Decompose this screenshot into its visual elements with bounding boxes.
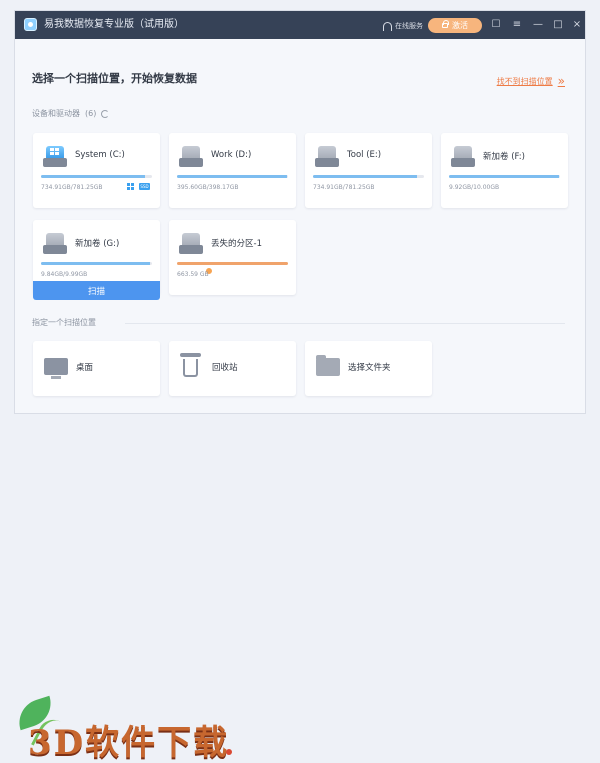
drive-usage-bar — [177, 175, 288, 178]
lock-icon — [442, 20, 449, 28]
drive-name: 新加卷 (F:) — [483, 152, 525, 162]
drive-name: Work (D:) — [211, 150, 252, 160]
drive-icon — [315, 146, 339, 167]
windows-icon — [127, 183, 135, 191]
cant-find-location-link[interactable]: 找不到扫描位置 » — [497, 74, 565, 88]
drive-name: System (C:) — [75, 150, 125, 160]
cant-find-location-label: 找不到扫描位置 — [496, 76, 553, 86]
app-logo-icon — [24, 18, 37, 31]
windows-logo-icon — [50, 148, 60, 156]
drive-size: 734.91GB/781.25GB — [313, 184, 375, 191]
menu-icon[interactable]: ≡ — [511, 19, 523, 31]
minimize-icon[interactable]: — — [532, 19, 544, 31]
drive-size: 663.59 GB — [177, 271, 209, 278]
activate-button[interactable]: 激活 — [428, 18, 482, 33]
watermark-text: 3D软件下载 — [28, 723, 230, 763]
drive-usage-fill — [41, 175, 146, 178]
drive-usage-fill — [313, 175, 418, 178]
devices-section-label: 设备和驱动器 (6) — [32, 108, 110, 119]
drive-name: Tool (E:) — [347, 150, 382, 160]
red-dot-icon — [226, 749, 232, 755]
drive-size: 9.84GB/9.99GB — [41, 271, 88, 278]
drive-size: 734.91GB/781.25GB — [41, 184, 103, 191]
activate-label: 激活 — [452, 21, 468, 30]
feedback-icon[interactable]: ☐ — [490, 19, 502, 31]
ssd-badge: SSD — [139, 183, 150, 190]
drive-size: 9.92GB/10.00GB — [449, 184, 500, 191]
drive-usage-bar — [41, 262, 152, 265]
double-chevron-right-icon: » — [557, 74, 565, 88]
drive-card-d[interactable]: Work (D:) 395.60GB/398.17GB — [169, 133, 296, 208]
devices-count: (6) — [85, 109, 97, 118]
drive-name: 丢失的分区-1 — [211, 239, 262, 249]
headset-icon — [383, 21, 392, 31]
section-divider — [125, 323, 565, 324]
system-drive-icon — [43, 146, 67, 167]
drive-size: 395.60GB/398.17GB — [177, 184, 239, 191]
drive-card-e[interactable]: Tool (E:) 734.91GB/781.25GB — [305, 133, 432, 208]
lost-partition-card[interactable]: 丢失的分区-1 663.59 GB — [169, 220, 296, 295]
locations-section-label: 指定一个扫描位置 — [32, 317, 96, 328]
drive-usage-bar — [449, 175, 560, 178]
drive-usage-bar — [177, 262, 288, 265]
drive-usage-fill — [41, 262, 150, 265]
online-service-link[interactable]: 在线服务 — [383, 20, 423, 32]
restore-icon[interactable]: □ — [552, 19, 564, 31]
title-bar: 易我数据恢复专业版（试用版） 在线服务 激活 ☐ ≡ — □ × — [15, 11, 585, 39]
drive-usage-fill — [177, 175, 287, 178]
devices-label: 设备和驱动器 — [32, 109, 80, 118]
location-label: 选择文件夹 — [348, 363, 391, 373]
lost-partition-icon — [179, 233, 213, 275]
drive-card-c[interactable]: System (C:) 734.91GB/781.25GB SSD — [33, 133, 160, 208]
close-icon[interactable]: × — [571, 19, 583, 31]
drive-name: 新加卷 (G:) — [75, 239, 120, 249]
drive-usage-fill — [177, 262, 288, 265]
locations-label: 指定一个扫描位置 — [32, 318, 96, 327]
drive-usage-bar — [313, 175, 424, 178]
app-title: 易我数据恢复专业版（试用版） — [44, 19, 184, 30]
folder-icon — [316, 355, 340, 376]
scan-button[interactable]: 扫描 — [33, 281, 160, 300]
drive-card-f[interactable]: 新加卷 (F:) 9.92GB/10.00GB — [441, 133, 568, 208]
drive-icon — [451, 146, 475, 167]
drive-usage-fill — [449, 175, 559, 178]
refresh-icon[interactable] — [101, 109, 110, 118]
page-title: 选择一个扫描位置，开始恢复数据 — [32, 72, 197, 85]
drive-icon — [179, 146, 203, 167]
watermark: 3D软件下载 — [0, 345, 250, 763]
location-select-folder[interactable]: 选择文件夹 — [305, 341, 432, 396]
drive-icon — [43, 233, 67, 254]
online-service-label: 在线服务 — [395, 22, 423, 30]
drive-usage-bar — [41, 175, 152, 178]
